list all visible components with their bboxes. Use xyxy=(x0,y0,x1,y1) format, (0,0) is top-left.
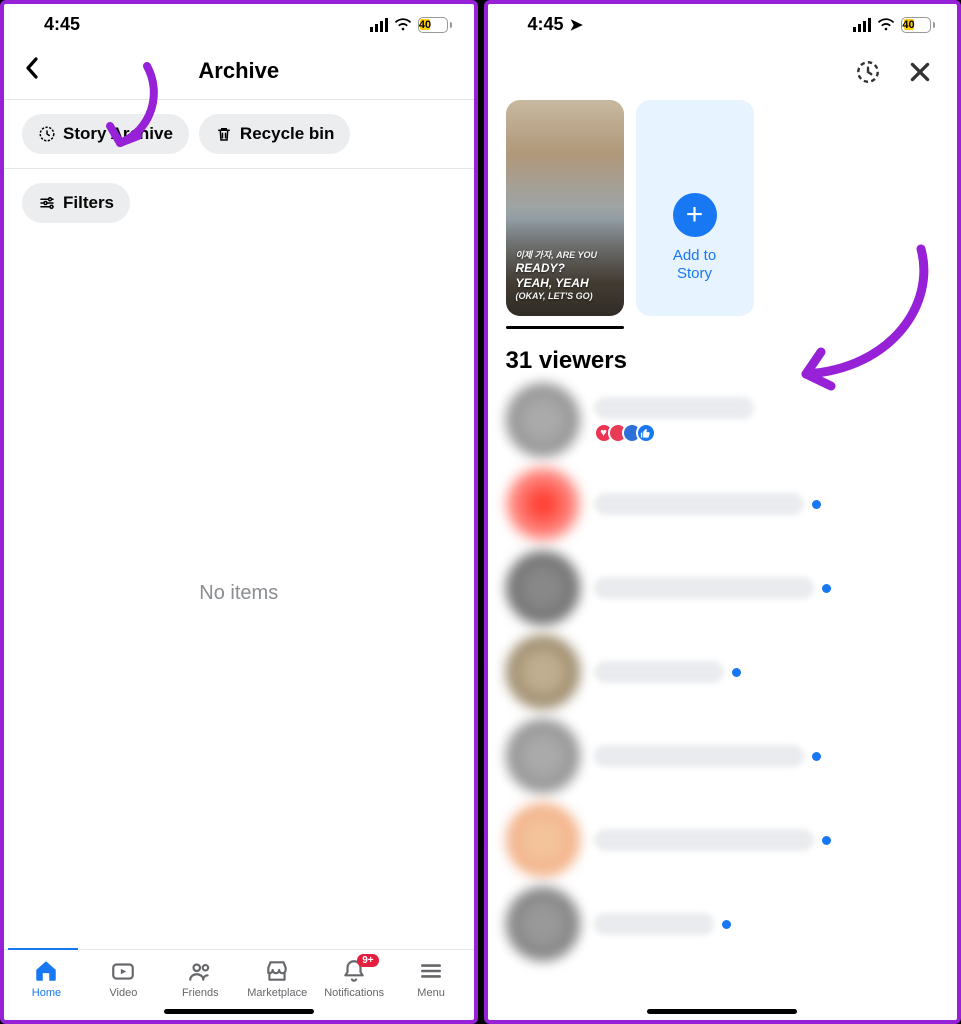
bluedot-icon xyxy=(822,836,831,845)
bluedot-icon xyxy=(812,500,821,509)
nav-home[interactable]: Home xyxy=(8,958,85,999)
viewer-name xyxy=(594,493,804,515)
bluedot-icon xyxy=(822,584,831,593)
avatar xyxy=(506,635,580,709)
page-title: Archive xyxy=(198,58,279,84)
viewer-name xyxy=(594,745,804,767)
marketplace-icon xyxy=(264,958,290,984)
filters-icon xyxy=(38,194,56,212)
avatar xyxy=(506,551,580,625)
viewers-heading: 31 viewers xyxy=(488,329,958,383)
nav-marketplace[interactable]: Marketplace xyxy=(239,958,316,999)
story-caption: 이제 가자, ARE YOU READY? YEAH, YEAH (OKAY, … xyxy=(506,240,624,317)
status-time: 4:45 xyxy=(44,14,80,35)
viewer-name xyxy=(594,397,754,419)
viewer-row[interactable] xyxy=(506,635,940,709)
battery-icon: 40 xyxy=(901,17,935,33)
menu-icon xyxy=(418,958,444,984)
video-icon xyxy=(110,958,136,984)
story-archive-icon xyxy=(38,125,56,143)
home-indicator xyxy=(647,1009,797,1014)
avatar xyxy=(506,719,580,793)
avatar xyxy=(506,887,580,961)
add-to-story-card[interactable]: + Add to Story xyxy=(636,100,754,316)
bottom-nav: Home Video Friends Marketplace 9+ Notifi… xyxy=(4,949,474,1005)
viewer-name xyxy=(594,577,814,599)
avatar xyxy=(506,803,580,877)
viewer-row[interactable] xyxy=(506,551,940,625)
reactions: ♥ xyxy=(594,423,754,443)
cellular-icon xyxy=(370,18,388,32)
story-viewers-screen: 4:45➤ 40 이제 가자, ARE YOU READY? YEAH, YEA… xyxy=(484,0,961,1024)
chip-label: Filters xyxy=(63,193,114,213)
plus-icon: + xyxy=(673,193,717,237)
cellular-icon xyxy=(853,18,871,32)
viewer-row[interactable] xyxy=(506,719,940,793)
chip-label: Story Archive xyxy=(63,124,173,144)
home-indicator xyxy=(164,1009,314,1014)
avatar xyxy=(506,467,580,541)
notification-badge: 9+ xyxy=(357,954,378,967)
battery-icon: 40 xyxy=(418,17,452,33)
viewer-name xyxy=(594,661,724,683)
friends-icon xyxy=(187,958,213,984)
nav-notifications[interactable]: 9+ Notifications xyxy=(316,958,393,999)
nav-header: Archive xyxy=(4,41,474,100)
archive-tabs: Story Archive Recycle bin xyxy=(4,100,474,169)
nav-friends[interactable]: Friends xyxy=(162,958,239,999)
status-bar: 4:45 40 xyxy=(4,4,474,41)
recycle-bin-chip[interactable]: Recycle bin xyxy=(199,114,351,154)
status-bar: 4:45➤ 40 xyxy=(488,4,958,41)
viewer-row[interactable] xyxy=(506,887,940,961)
viewer-name xyxy=(594,913,714,935)
viewer-row[interactable]: ♥ xyxy=(506,383,940,457)
viewer-row[interactable] xyxy=(506,803,940,877)
viewer-list: ♥ xyxy=(488,383,958,961)
story-archive-icon-button[interactable] xyxy=(855,59,881,90)
nav-video[interactable]: Video xyxy=(85,958,162,999)
wifi-icon xyxy=(394,18,412,32)
wifi-icon xyxy=(877,18,895,32)
viewer-name xyxy=(594,829,814,851)
viewer-row[interactable] xyxy=(506,467,940,541)
archive-screen: 4:45 40 Archive Story Archive Recycle xyxy=(0,0,478,1024)
story-thumbnail[interactable]: 이제 가자, ARE YOU READY? YEAH, YEAH (OKAY, … xyxy=(506,100,624,316)
avatar xyxy=(506,383,580,457)
chip-label: Recycle bin xyxy=(240,124,335,144)
close-icon xyxy=(907,59,933,85)
like-reaction-icon xyxy=(636,423,656,443)
status-time: 4:45➤ xyxy=(528,14,583,35)
trash-icon xyxy=(215,125,233,143)
empty-state: No items xyxy=(4,237,474,949)
bluedot-icon xyxy=(732,668,741,677)
home-icon xyxy=(33,958,59,984)
bluedot-icon xyxy=(722,920,731,929)
location-icon: ➤ xyxy=(570,17,583,34)
close-button[interactable] xyxy=(907,59,933,90)
nav-menu[interactable]: Menu xyxy=(393,958,470,999)
story-archive-chip[interactable]: Story Archive xyxy=(22,114,189,154)
filters-button[interactable]: Filters xyxy=(22,183,130,223)
bluedot-icon xyxy=(812,752,821,761)
back-button[interactable] xyxy=(24,57,40,85)
